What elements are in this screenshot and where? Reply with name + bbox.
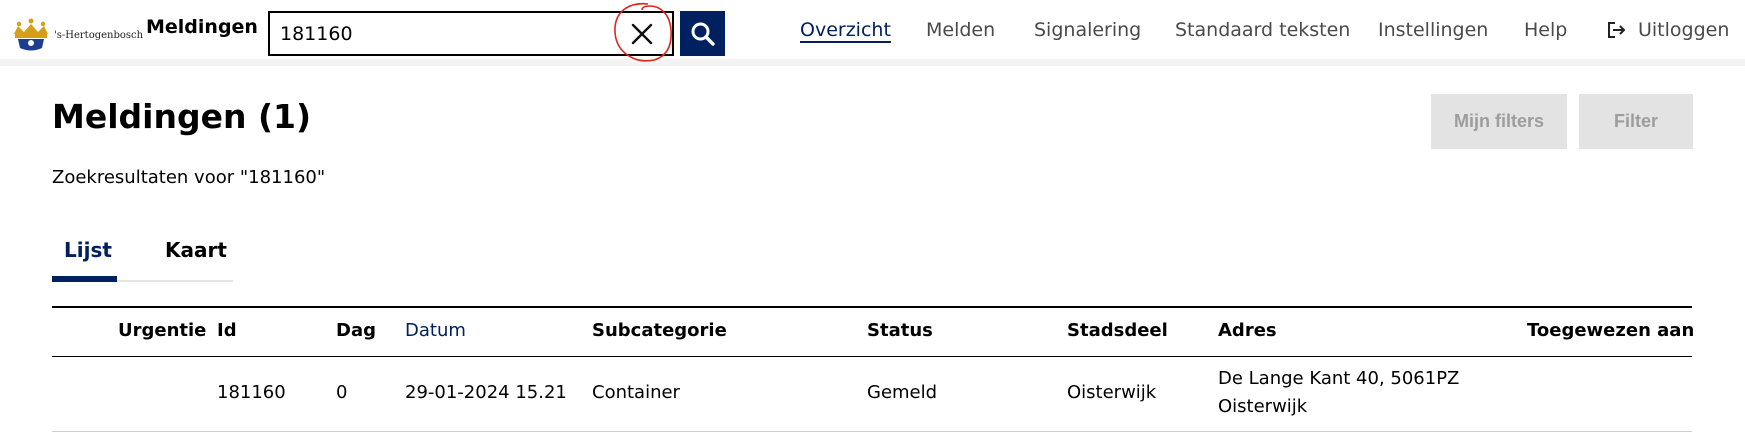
table-header: Urgentie Id Dag Datum Subcategorie Statu… bbox=[52, 306, 1694, 357]
cell-subcategorie: Container bbox=[592, 382, 680, 403]
cell-adres-line1: De Lange Kant 40, 5061PZ bbox=[1218, 368, 1460, 389]
logo-text: 's-Hertogenbosch bbox=[54, 29, 144, 41]
column-subcategorie[interactable]: Subcategorie bbox=[592, 320, 727, 341]
search-input[interactable] bbox=[280, 21, 610, 47]
column-toegewezen-aan[interactable]: Toegewezen aan bbox=[1527, 320, 1694, 341]
search-button[interactable] bbox=[680, 11, 725, 56]
column-status[interactable]: Status bbox=[867, 320, 933, 341]
nav-melden[interactable]: Melden bbox=[926, 19, 995, 41]
app-title[interactable]: Meldingen bbox=[146, 16, 258, 38]
search-result-summary: Zoekresultaten voor 181160 bbox=[52, 167, 325, 188]
cell-datum: 29-01-2024 15.21 bbox=[405, 382, 567, 403]
cell-id: 181160 bbox=[217, 382, 286, 403]
search-icon bbox=[691, 22, 715, 46]
search-result-prefix: Zoekresultaten voor bbox=[52, 167, 235, 188]
column-stadsdeel[interactable]: Stadsdeel bbox=[1067, 320, 1168, 341]
crown-logo-icon bbox=[14, 18, 48, 51]
cell-stadsdeel: Oisterwijk bbox=[1067, 382, 1157, 403]
view-tabs: Lijst Kaart bbox=[52, 230, 233, 282]
page-title: Meldingen (1) bbox=[52, 97, 312, 136]
column-urgentie[interactable]: Urgentie bbox=[118, 320, 206, 341]
my-filters-button[interactable]: Mijn filters bbox=[1431, 94, 1567, 149]
clear-search-button[interactable] bbox=[614, 13, 670, 54]
search-result-query: 181160 bbox=[240, 167, 325, 188]
nav-overzicht[interactable]: Overzicht bbox=[800, 19, 891, 41]
top-bar: 's-Hertogenbosch Meldingen Overzicht Mel… bbox=[0, 0, 1745, 66]
filter-button[interactable]: Filter bbox=[1579, 94, 1693, 149]
table-row[interactable]: 181160 0 29-01-2024 15.21 Container Geme… bbox=[52, 357, 1692, 432]
column-id[interactable]: Id bbox=[217, 320, 237, 341]
column-datum[interactable]: Datum bbox=[405, 320, 466, 341]
logout-label: Uitloggen bbox=[1638, 19, 1730, 41]
logout-icon bbox=[1608, 22, 1626, 38]
cell-dag: 0 bbox=[336, 382, 348, 403]
close-icon bbox=[631, 23, 653, 44]
nav-help[interactable]: Help bbox=[1524, 19, 1567, 41]
cell-status: Gemeld bbox=[867, 382, 938, 403]
tab-lijst[interactable]: Lijst bbox=[64, 238, 112, 262]
cell-adres-line2: Oisterwijk bbox=[1218, 396, 1308, 417]
municipality-logo[interactable]: 's-Hertogenbosch bbox=[10, 18, 143, 52]
nav-standaard-teksten[interactable]: Standaard teksten bbox=[1175, 19, 1350, 41]
cell-adres: De Lange Kant 40, 5061PZ Oisterwijk bbox=[1218, 365, 1478, 421]
nav-signalering[interactable]: Signalering bbox=[1034, 19, 1141, 41]
column-dag[interactable]: Dag bbox=[336, 320, 376, 341]
nav-instellingen[interactable]: Instellingen bbox=[1378, 19, 1488, 41]
logout-button[interactable]: Uitloggen bbox=[1606, 19, 1729, 41]
search-box bbox=[268, 11, 674, 56]
active-tab-indicator bbox=[52, 276, 117, 282]
column-adres[interactable]: Adres bbox=[1218, 320, 1277, 341]
tab-kaart[interactable]: Kaart bbox=[165, 238, 227, 262]
